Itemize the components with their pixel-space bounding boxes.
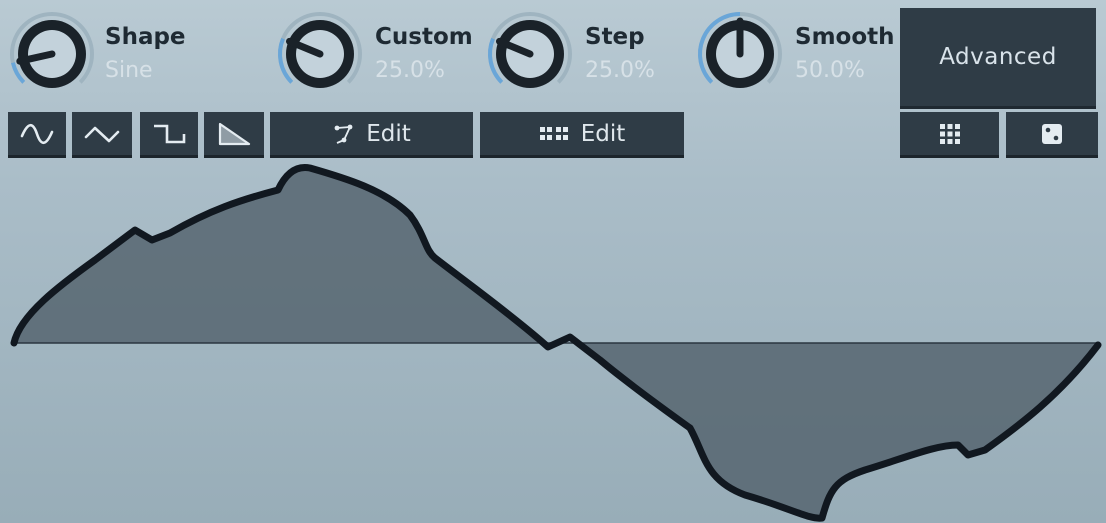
smooth-knob-group: Smooth 50.0% [688,0,898,106]
shape-knob-group: Shape Sine [0,0,260,106]
shape-knob-value: Sine [105,58,153,83]
waveform-fill-negative [580,343,1098,519]
saw-shape-button[interactable] [204,112,264,158]
waveform-fill-positive [14,167,545,343]
custom-knob-group: Custom 25.0% [268,0,478,106]
sine-shape-button[interactable] [8,112,66,158]
sine-wave-icon [20,123,54,144]
step-knob-value: 25.0% [585,58,655,83]
lfo-shape-panel: Shape Sine Custom 25.0% Step 25.0% Smoot… [0,0,1106,523]
node-edit-icon [334,124,353,144]
dice-icon [1042,123,1062,144]
grid-icon [939,123,960,144]
custom-edit-button[interactable]: Edit [270,112,473,158]
step-edit-label: Edit [580,120,626,147]
custom-knob-graphic [278,11,362,88]
shape-knob-title: Shape [105,24,186,50]
custom-knob[interactable] [276,10,364,98]
step-knob-group: Step 25.0% [478,0,688,106]
custom-edit-label: Edit [366,120,411,147]
square-wave-icon [154,124,186,143]
custom-knob-title: Custom [375,24,473,50]
triangle-shape-button[interactable] [72,112,132,158]
step-knob-graphic [488,11,572,88]
step-edit-button[interactable]: Edit [480,112,684,158]
triangle-wave-icon [84,126,120,142]
shape-knob-graphic [10,11,94,88]
shape-knob[interactable] [8,10,96,98]
step-knob-title: Step [585,24,645,50]
randomize-button[interactable] [1006,112,1098,158]
smooth-knob[interactable] [696,10,784,98]
waveform-display[interactable] [0,160,1106,523]
grid-button[interactable] [900,112,999,158]
square-shape-button[interactable] [140,112,198,158]
step-knob[interactable] [486,10,574,98]
saw-wave-icon [218,122,251,145]
advanced-button[interactable]: Advanced [900,8,1096,109]
smooth-knob-value: 50.0% [795,58,865,83]
custom-knob-value: 25.0% [375,58,445,83]
smooth-knob-title: Smooth [795,24,895,50]
smooth-knob-graphic [698,11,782,88]
step-edit-icon [539,126,568,140]
